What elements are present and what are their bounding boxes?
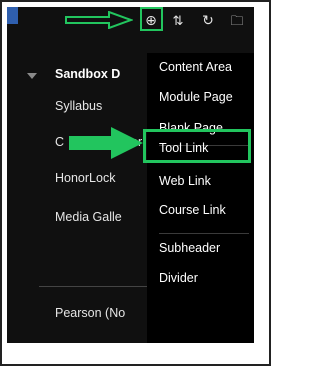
nav-item-partial-left[interactable]: C (55, 135, 64, 149)
folder-icon[interactable]: 🗀 (229, 12, 245, 28)
refresh-icon[interactable]: ↻ (200, 12, 216, 28)
reorder-icon[interactable]: ⇅ (170, 12, 186, 28)
screenshot-frame: ⊕ ⇅ ↻ 🗀 Sandbox D Syllabus C or HonorLoc… (0, 0, 271, 366)
menu-item-web-link[interactable]: Web Link (159, 174, 211, 188)
nav-item-pearson[interactable]: Pearson (No (55, 306, 125, 320)
nav-item-media-gallery[interactable]: Media Galle (55, 210, 122, 224)
nav-divider (39, 286, 149, 287)
menu-item-subheader[interactable]: Subheader (159, 241, 220, 255)
nav-item-syllabus[interactable]: Syllabus (55, 99, 102, 113)
collapse-chevron-icon[interactable] (27, 73, 37, 79)
add-menu-dropdown: Content Area Module Page Blank Page Tool… (147, 53, 254, 343)
tool-link-highlight-box (143, 129, 251, 163)
nav-item-honorlock[interactable]: HonorLock (55, 171, 115, 185)
add-icon[interactable]: ⊕ (143, 12, 159, 28)
arrow-pointer-tool-link-icon (69, 127, 143, 159)
course-menu-panel: ⊕ ⇅ ↻ 🗀 Sandbox D Syllabus C or HonorLoc… (7, 7, 254, 343)
menu-item-divider[interactable]: Divider (159, 271, 198, 285)
arrow-pointer-top-icon (65, 11, 133, 29)
course-color-block (7, 7, 18, 24)
menu-separator (159, 233, 249, 234)
menu-item-module-page[interactable]: Module Page (159, 90, 233, 104)
menu-item-content-area[interactable]: Content Area (159, 60, 232, 74)
menu-item-course-link[interactable]: Course Link (159, 203, 226, 217)
course-title[interactable]: Sandbox D (55, 67, 120, 81)
